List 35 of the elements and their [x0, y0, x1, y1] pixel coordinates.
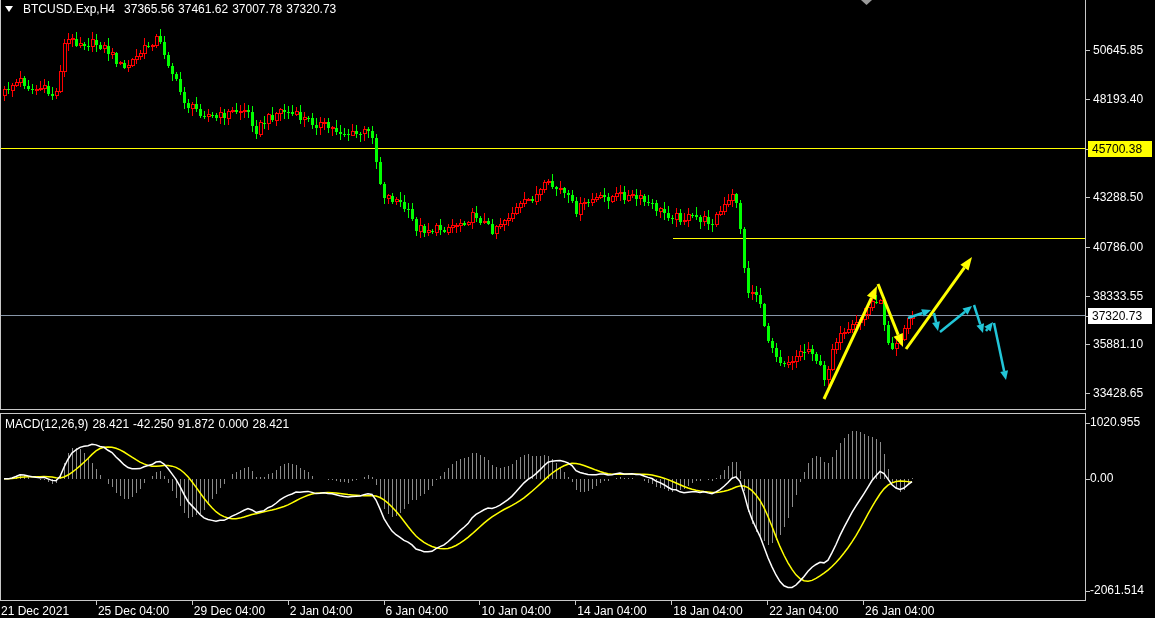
indicator-value: -42.250: [133, 417, 174, 431]
time-label: 14 Jan 04:00: [577, 604, 647, 618]
time-label: 10 Jan 04:00: [481, 604, 551, 618]
ohlc-value: 37461.62: [178, 2, 229, 16]
symbol-label: BTCUSD.Exp,H4: [23, 2, 116, 16]
price-label: 43288.50: [1093, 189, 1144, 205]
indicator-value: 28.421: [252, 417, 290, 431]
time-label: 22 Jan 04:00: [769, 604, 839, 618]
time-label: 18 Jan 04:00: [673, 604, 743, 618]
price-label: 40786.00: [1093, 239, 1144, 255]
price-label: 35881.10: [1093, 336, 1144, 352]
time-label: 29 Dec 04:00: [193, 604, 266, 618]
ohlc-value: 37007.78: [232, 2, 283, 16]
indicator-value: 28.421: [92, 417, 130, 431]
ohlc-value: 37320.73: [286, 2, 337, 16]
price-label: 38333.55: [1093, 288, 1144, 304]
current-price-label: 37320.73: [1088, 308, 1152, 324]
indicator-value: 91.872: [177, 417, 215, 431]
indicator-scale-label: 1020.955: [1090, 415, 1141, 429]
time-label: 21 Dec 2021: [1, 604, 70, 618]
caret-icon: [5, 6, 13, 12]
price-label: 33428.65: [1093, 385, 1144, 401]
indicator-scale-label: 0.00: [1090, 471, 1114, 485]
indicator-value: 0.000: [218, 417, 249, 431]
time-label: 25 Dec 04:00: [97, 604, 170, 618]
shift-marker-icon: [861, 0, 872, 5]
time-label: 6 Jan 04:00: [385, 604, 449, 618]
price-label: 48193.40: [1093, 91, 1144, 107]
ohlc-value: 37365.56: [124, 2, 175, 16]
price-label: 50645.85: [1093, 42, 1144, 58]
indicator-scale-label: -2061.514: [1090, 583, 1145, 597]
level-price-label: 45700.38: [1088, 141, 1152, 157]
time-label: 26 Jan 04:00: [865, 604, 935, 618]
time-label: 2 Jan 04:00: [289, 604, 353, 618]
indicator-name: MACD(12,26,9): [5, 417, 89, 431]
